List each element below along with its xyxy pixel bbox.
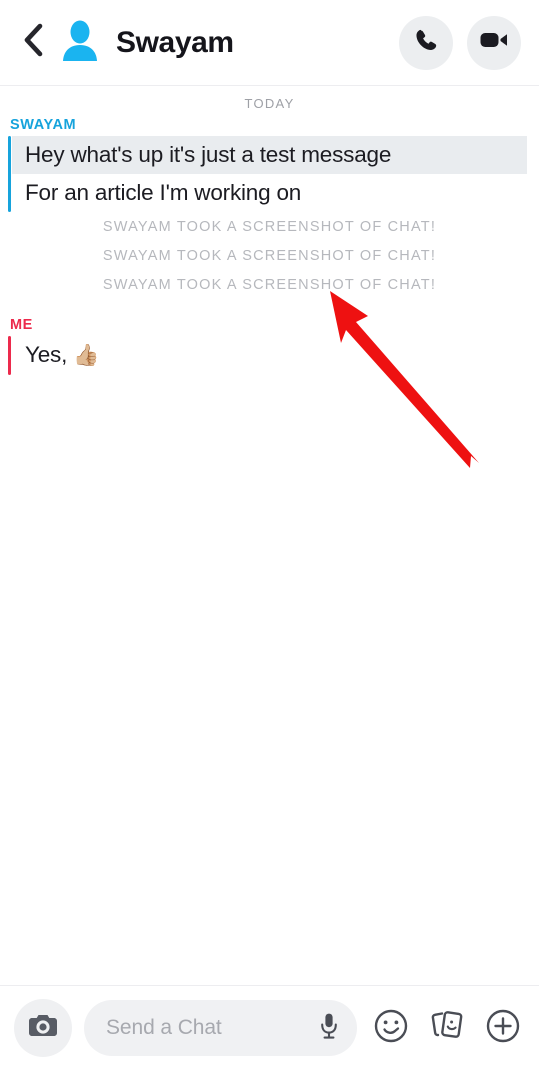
message-bubble-me[interactable]: Yes, 👍🏼 [0, 336, 539, 375]
chat-input-field[interactable]: Send a Chat [84, 1000, 357, 1056]
day-divider: TODAY [244, 96, 295, 111]
message-text: Yes, [25, 342, 68, 367]
screenshot-notice: SWAYAM TOOK A SCREENSHOT OF CHAT! [102, 248, 437, 264]
smiley-face-icon [373, 1008, 409, 1049]
chat-header: Swayam [0, 0, 539, 86]
microphone-icon [319, 1012, 339, 1045]
back-button[interactable] [14, 21, 52, 65]
audio-call-button[interactable] [399, 15, 453, 70]
message-row-me: Yes, 👍🏼 [12, 336, 539, 375]
accent-bar-me [8, 336, 11, 375]
message-group-me: ME Yes, 👍🏼 [0, 317, 539, 375]
chat-message-list[interactable]: TODAY SWAYAM Hey what's up it's just a t… [0, 86, 539, 985]
header-actions [399, 15, 521, 70]
camera-button[interactable] [14, 999, 72, 1057]
screenshot-notice: SWAYAM TOOK A SCREENSHOT OF CHAT! [102, 277, 437, 293]
accent-bar-swayam [8, 136, 11, 212]
sender-label-swayam: SWAYAM [10, 117, 77, 133]
message-text: For an article I'm working on [25, 180, 302, 205]
emoji-button[interactable] [369, 1006, 413, 1050]
snapchat-chat-screen: Swayam TODAY SWAYAM Hey what's up it's j… [0, 0, 539, 1070]
default-avatar-icon [60, 19, 100, 66]
video-camera-icon [479, 28, 509, 57]
message-text: Hey what's up it's just a test message [12, 136, 527, 174]
page-title: Swayam [116, 25, 234, 59]
chevron-left-icon [22, 23, 44, 62]
sender-label-me: ME [10, 317, 33, 333]
composer-bar: Send a Chat [0, 985, 539, 1070]
sticker-cards-icon [429, 1009, 465, 1048]
video-call-button[interactable] [467, 15, 521, 70]
plus-circle-icon [485, 1008, 521, 1049]
avatar[interactable] [58, 19, 102, 66]
sticker-button[interactable] [425, 1006, 469, 1050]
camera-icon [28, 1013, 58, 1044]
attachments-button[interactable] [481, 1006, 525, 1050]
message-bubble-swayam[interactable]: Hey what's up it's just a test message F… [0, 136, 539, 212]
screenshot-notice: SWAYAM TOOK A SCREENSHOT OF CHAT! [102, 219, 437, 235]
thumbs-up-emoji: 👍🏼 [73, 344, 100, 367]
voice-record-button[interactable] [309, 1008, 349, 1048]
phone-icon [413, 27, 439, 58]
message-group-swayam: SWAYAM Hey what's up it's just a test me… [0, 117, 539, 212]
system-notes: SWAYAM TOOK A SCREENSHOT OF CHAT! SWAYAM… [0, 212, 539, 299]
chat-input-placeholder: Send a Chat [106, 1016, 222, 1039]
